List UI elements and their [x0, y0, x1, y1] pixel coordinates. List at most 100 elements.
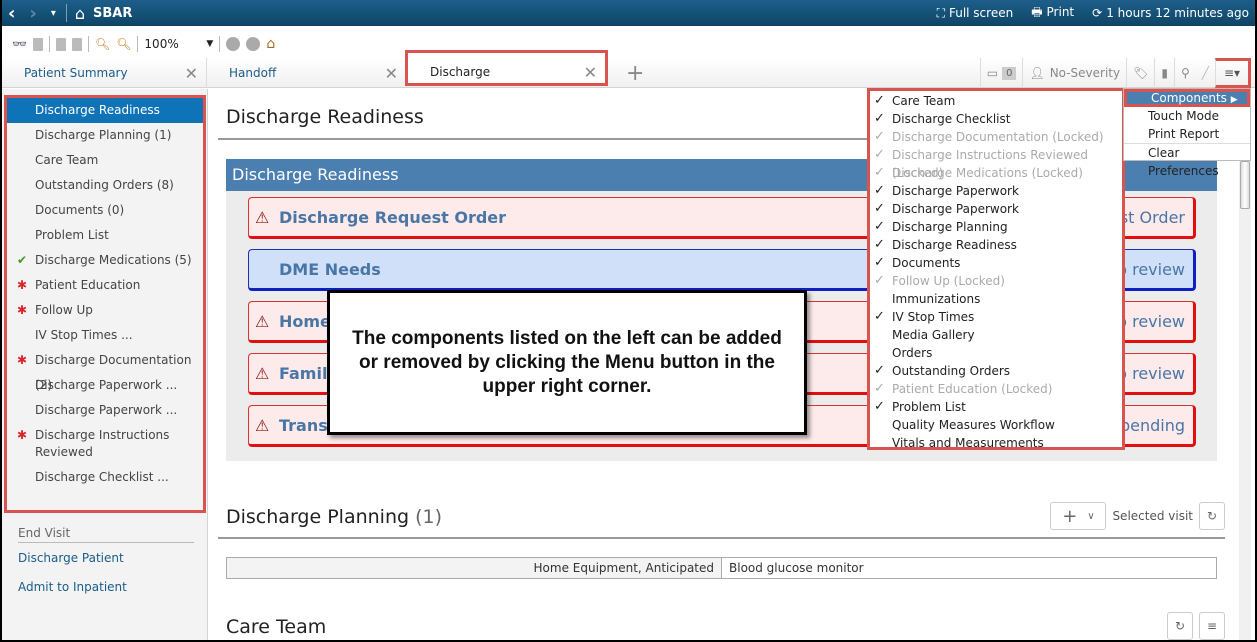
- component-list: Discharge Readiness Discharge Planning (…: [4, 95, 206, 513]
- sidebar-item-discharge-checklist[interactable]: Discharge Checklist ...: [7, 465, 203, 490]
- checkmark-icon: ✓: [874, 255, 885, 270]
- refresh-button[interactable]: ↻: [1199, 502, 1225, 530]
- forward-icon[interactable]: ›: [29, 3, 36, 24]
- checkmark-icon: ✓: [874, 129, 885, 144]
- divider: [48, 36, 50, 52]
- component-menu-item-label: Patient Education (Locked): [892, 382, 1053, 396]
- end-visit-heading: End Visit: [18, 526, 194, 543]
- sidebar-item-discharge-paperwork[interactable]: Discharge Paperwork ...: [7, 373, 203, 398]
- app-window: ‹ › ▾ ⌂ SBAR ⛶ Full screen 🖶 Print ⟳ 1 hour…: [2, 0, 1255, 640]
- tag-button[interactable]: 🏷︎: [1126, 58, 1154, 88]
- fullscreen-button[interactable]: ⛶ Full screen: [937, 6, 1014, 21]
- sidebar-item-label: Discharge Instructions Reviewed: [35, 428, 170, 459]
- component-menu-item-label: Orders: [892, 346, 933, 360]
- care-team-title: Care Team: [226, 616, 327, 638]
- discharge-planning-title: Discharge Planning (1): [226, 506, 442, 528]
- tab-discharge[interactable]: Discharge ✕: [405, 50, 608, 86]
- component-menu-item[interactable]: Orders: [870, 344, 1122, 362]
- component-menu-item[interactable]: ✓ Discharge Documentation (Locked): [870, 128, 1122, 146]
- zoom-out-icon[interactable]: 🔍︎: [95, 37, 110, 51]
- sidebar-item-discharge-paperwork[interactable]: Discharge Paperwork ...: [7, 398, 203, 423]
- history-dropdown-icon[interactable]: ▾: [51, 8, 56, 19]
- add-dropdown-button[interactable]: + ∨: [1050, 502, 1107, 530]
- exit-button[interactable]: ▮: [1154, 58, 1174, 88]
- home-icon[interactable]: ⌂: [75, 4, 85, 23]
- tab-patient-summary[interactable]: Patient Summary ✕: [2, 58, 207, 88]
- component-menu-item[interactable]: Vitals and Measurements: [870, 434, 1122, 452]
- admit-to-inpatient-link[interactable]: Admit to Inpatient: [18, 580, 127, 594]
- tab-handoff[interactable]: Handoff ✕: [207, 58, 407, 88]
- component-menu-item[interactable]: ✓ Discharge Paperwork: [870, 182, 1122, 200]
- component-menu-item[interactable]: Immunizations: [870, 290, 1122, 308]
- sidebar-item-discharge-readiness[interactable]: Discharge Readiness: [7, 98, 203, 123]
- section-title-text: Discharge Planning: [226, 506, 410, 528]
- menu-item-touch-mode[interactable]: Touch Mode: [1124, 107, 1250, 125]
- menu-button[interactable]: ≡▾: [1215, 58, 1251, 88]
- binoculars-icon[interactable]: 👓: [12, 37, 27, 51]
- menu-item-print-report[interactable]: Print Report: [1124, 125, 1250, 143]
- discharge-patient-link[interactable]: Discharge Patient: [18, 551, 124, 565]
- chevron-right-icon: ▶: [1230, 95, 1238, 105]
- component-menu-item[interactable]: Quality Measures Workflow: [870, 416, 1122, 434]
- page-title: SBAR: [93, 5, 133, 21]
- inbox-button[interactable]: ▭ 0: [979, 58, 1023, 88]
- sidebar-item-iv-stop-times[interactable]: IV Stop Times ...: [7, 323, 203, 348]
- home-icon[interactable]: ⌂: [266, 36, 275, 52]
- checkmark-icon: ✓: [874, 111, 885, 126]
- close-icon[interactable]: ✕: [584, 63, 597, 82]
- component-menu-item[interactable]: ✓ IV Stop Times: [870, 308, 1122, 326]
- print-button[interactable]: 🖶 Print: [1031, 3, 1074, 24]
- close-icon[interactable]: ✕: [185, 64, 198, 83]
- sidebar-item-follow-up[interactable]: ✱ Follow Up: [7, 298, 203, 323]
- component-menu-item[interactable]: ✓ Discharge Medications (Locked): [870, 164, 1122, 182]
- sidebar-item-discharge-planning[interactable]: Discharge Planning (1): [7, 123, 203, 148]
- sidebar-item-care-team[interactable]: Care Team: [7, 148, 203, 173]
- sidebar-item-documents[interactable]: Documents (0): [7, 198, 203, 223]
- sidebar-item-discharge-medications[interactable]: ✔ Discharge Medications (5): [7, 248, 203, 273]
- zoom-in-icon[interactable]: 🔍︎: [116, 37, 131, 51]
- zoom-level-select[interactable]: 100%: [144, 37, 200, 51]
- sidebar-item-patient-education[interactable]: ✱ Patient Education: [7, 273, 203, 298]
- divider: ╱: [1201, 66, 1209, 80]
- menu-item-label: Components: [1151, 91, 1227, 105]
- scrollbar-thumb[interactable]: [1240, 161, 1250, 209]
- close-icon[interactable]: ✕: [385, 64, 398, 83]
- refresh-button[interactable]: ↻: [1167, 612, 1193, 640]
- component-menu-item[interactable]: ✓ Problem List: [870, 398, 1122, 416]
- component-menu-item[interactable]: ✓ Discharge Planning: [870, 218, 1122, 236]
- sidebar-item-discharge-instructions-reviewed[interactable]: ✱ Discharge Instructions Reviewed: [7, 423, 203, 465]
- plus-icon: +: [626, 60, 645, 86]
- next-page-icon[interactable]: [71, 37, 82, 51]
- sidebar-item-problem-list[interactable]: Problem List: [7, 223, 203, 248]
- menu-button[interactable]: ≡: [1199, 612, 1225, 640]
- component-menu-item[interactable]: ✓ Outstanding Orders: [870, 362, 1122, 380]
- component-menu-item[interactable]: Media Gallery: [870, 326, 1122, 344]
- component-menu-item-label: Discharge Documentation (Locked): [892, 130, 1104, 144]
- component-menu-item[interactable]: ✓ Discharge Paperwork: [870, 200, 1122, 218]
- back-circle-icon[interactable]: [226, 37, 241, 51]
- component-menu-item[interactable]: ✓ Follow Up (Locked): [870, 272, 1122, 290]
- forward-circle-icon[interactable]: [246, 37, 261, 51]
- component-menu-item[interactable]: ✓ Patient Education (Locked): [870, 380, 1122, 398]
- component-menu-item[interactable]: ✓ Discharge Checklist: [870, 110, 1122, 128]
- search-button[interactable]: ⚲: [1173, 58, 1196, 88]
- user-icon: 👤︎: [1029, 66, 1045, 80]
- previous-page-icon[interactable]: [55, 37, 66, 51]
- component-menu-item[interactable]: ✓ Discharge Readiness: [870, 236, 1122, 254]
- divider: [137, 36, 139, 52]
- sidebar-item-discharge-documentation[interactable]: ✱ Discharge Documentation (2): [7, 348, 203, 392]
- menu-item-clear-preferences[interactable]: Clear Preferences: [1124, 143, 1250, 178]
- back-icon[interactable]: ‹: [8, 3, 15, 24]
- document-icon[interactable]: [32, 37, 43, 51]
- chevron-down-icon[interactable]: ▼: [206, 39, 213, 49]
- refresh-button[interactable]: ⟳ 1 hours 12 minutes ago: [1092, 6, 1249, 20]
- add-tab-button[interactable]: +: [622, 58, 652, 88]
- scrollbar[interactable]: [1239, 159, 1251, 640]
- component-menu-item[interactable]: ✓ Discharge Instructions Reviewed (Locked…: [870, 146, 1122, 180]
- component-menu-item[interactable]: ✓ Documents: [870, 254, 1122, 272]
- severity-button[interactable]: 👤︎ No-Severity: [1022, 58, 1126, 88]
- sidebar-item-outstanding-orders[interactable]: Outstanding Orders (8): [7, 173, 203, 198]
- required-asterisk-icon: ✱: [17, 428, 28, 442]
- menu-item-components[interactable]: Components ▶: [1124, 89, 1250, 107]
- component-menu-item[interactable]: ✓ Care Team: [870, 92, 1122, 110]
